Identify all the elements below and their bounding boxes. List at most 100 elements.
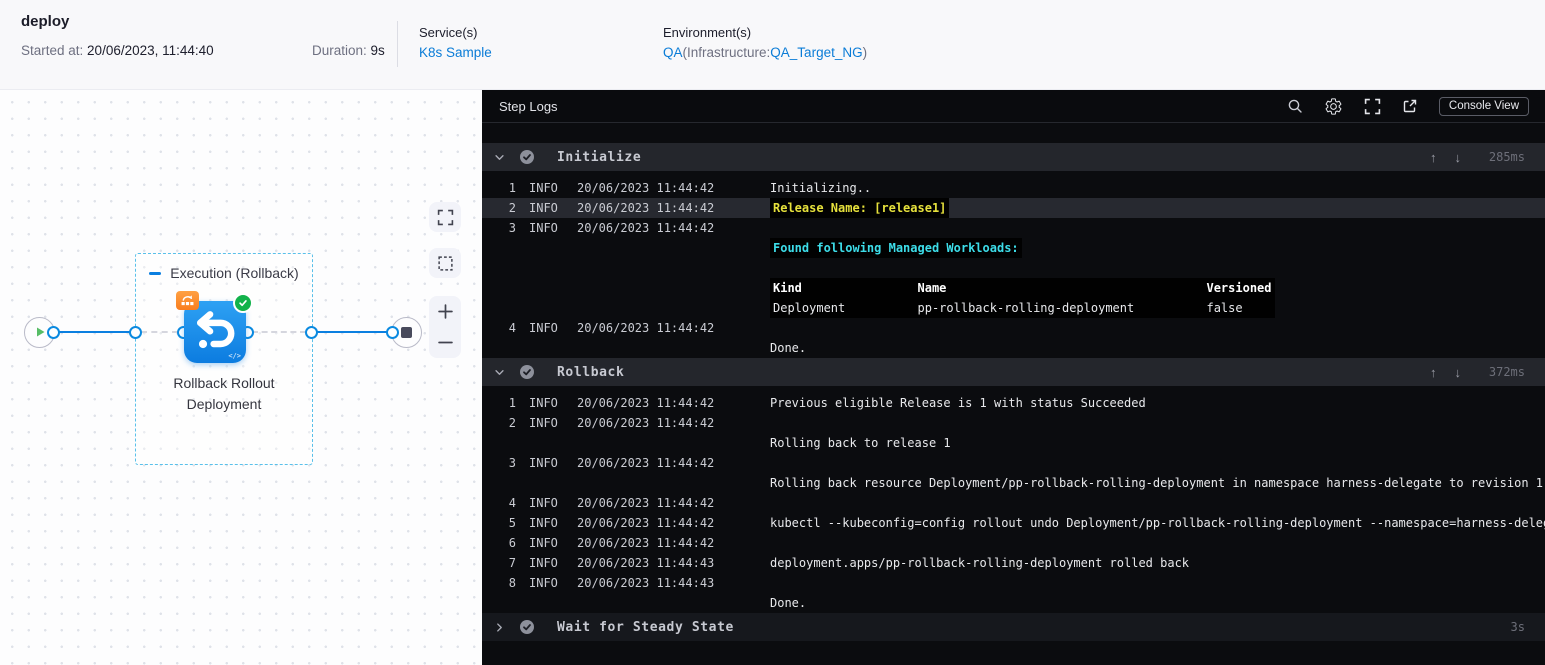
scroll-to-top-icon[interactable]: ↑: [1430, 365, 1437, 380]
line-number: 8: [508, 576, 516, 590]
line-number: 4: [508, 321, 516, 335]
log-line[interactable]: 2 INFO 20/06/2023 11:44:42 Release Name: [r…: [482, 198, 1545, 218]
line-number: 3: [508, 456, 516, 470]
log-timestamp: [577, 433, 757, 453]
line-number: 4: [508, 496, 516, 510]
log-line[interactable]: Done.: [482, 593, 1545, 613]
line-number: 1: [508, 181, 516, 195]
line-number: [494, 278, 516, 298]
log-timestamp: 20/06/2023 11:44:43: [577, 556, 715, 570]
log-fullscreen-button[interactable]: [1364, 98, 1381, 115]
log-level: INFO: [529, 496, 558, 510]
line-number: 5: [508, 516, 516, 530]
log-line[interactable]: 8 INFO 20/06/2023 11:44:43: [482, 573, 1545, 593]
scroll-to-top-icon[interactable]: ↑: [1430, 150, 1437, 165]
log-message: Found following Managed Workloads:: [770, 238, 1022, 258]
zoom-controls: [429, 296, 461, 358]
log-line[interactable]: Deployment pp-rollback-rolling-deploymen…: [482, 298, 1545, 318]
fullscreen-icon: [437, 209, 453, 225]
line-number: [494, 258, 516, 278]
canvas-select-button[interactable]: [429, 248, 461, 278]
log-line[interactable]: 7 INFO 20/06/2023 11:44:43 deployment.apps/…: [482, 553, 1545, 573]
log-line[interactable]: 6 INFO 20/06/2023 11:44:42: [482, 533, 1545, 553]
chevron-down-icon: [495, 154, 504, 160]
section-duration: 372ms: [1488, 365, 1525, 379]
zoom-in-button[interactable]: [429, 296, 461, 327]
chevron-right-icon: [497, 622, 502, 632]
step-label[interactable]: Rollback Rollout Deployment: [125, 373, 323, 415]
header-divider: [397, 21, 398, 67]
log-level: INFO: [529, 181, 558, 195]
section-duration: 3s: [1510, 620, 1525, 634]
log-timestamp: [577, 298, 757, 318]
log-timestamp: 20/06/2023 11:44:42: [577, 396, 715, 410]
log-message: Rolling back resource Deployment/pp-roll…: [770, 476, 1544, 490]
open-in-new-button[interactable]: [1402, 98, 1418, 114]
line-number: 6: [508, 536, 516, 550]
log-timestamp: 20/06/2023 11:44:42: [577, 416, 715, 430]
log-line[interactable]: [482, 258, 1545, 278]
log-level: INFO: [529, 201, 558, 215]
log-line[interactable]: Rolling back resource Deployment/pp-roll…: [482, 473, 1545, 493]
log-level: INFO: [529, 556, 558, 570]
log-line[interactable]: Rolling back to release 1: [482, 433, 1545, 453]
log-timestamp: [577, 278, 757, 298]
log-level: [529, 258, 577, 278]
pipeline-canvas[interactable]: Execution (Rollback) </> Rollback Rollou…: [0, 90, 482, 665]
log-line[interactable]: 3 INFO 20/06/2023 11:44:42: [482, 218, 1545, 238]
log-line[interactable]: 5 INFO 20/06/2023 11:44:42 kubectl --kubeco…: [482, 513, 1545, 533]
log-message: Done.: [770, 596, 807, 610]
port: [385, 325, 399, 339]
log-message: Done.: [770, 341, 807, 355]
scroll-to-bottom-icon[interactable]: ↓: [1455, 150, 1462, 165]
environment-link[interactable]: QA(Infrastructure:QA_Target_NG): [663, 45, 867, 60]
console-view-button[interactable]: Console View: [1438, 96, 1529, 116]
log-settings-button[interactable]: [1324, 97, 1343, 116]
log-line[interactable]: 4 INFO 20/06/2023 11:44:42: [482, 493, 1545, 513]
log-timestamp: [577, 258, 757, 278]
search-button[interactable]: [1287, 98, 1303, 114]
section-title: Initialize: [557, 149, 642, 165]
rollback-step-node[interactable]: </>: [176, 291, 253, 363]
log-message: deployment.apps/pp-rollback-rolling-depl…: [770, 556, 1190, 570]
log-level: INFO: [529, 576, 558, 590]
zoom-out-button[interactable]: [429, 327, 461, 358]
collapse-dash-icon[interactable]: [149, 271, 162, 275]
log-line[interactable]: Done.: [482, 338, 1545, 358]
log-message: kubectl --kubeconfig=config rollout undo…: [770, 516, 1545, 530]
log-line[interactable]: 1 INFO 20/06/2023 11:44:42 Previous eligibl…: [482, 393, 1545, 413]
log-level: [529, 278, 577, 298]
log-sections: Initialize ↑ ↓ 285ms 1 INFO 20/06/2023 11:44:4…: [482, 143, 1545, 641]
minus-icon: [437, 341, 453, 344]
log-timestamp: [577, 338, 757, 358]
log-line[interactable]: Kind Name Versioned: [482, 278, 1545, 298]
log-level: [529, 338, 577, 358]
section-header-rollback[interactable]: Rollback ↑ ↓ 372ms: [482, 358, 1545, 386]
marquee-select-icon: [437, 255, 453, 271]
log-level: [529, 298, 577, 318]
port: [304, 325, 318, 339]
log-message: Deployment pp-rollback-rolling-deploymen…: [770, 298, 1275, 318]
section-header-wait-for-steady-state[interactable]: Wait for Steady State 3s: [482, 613, 1545, 641]
log-line[interactable]: 1 INFO 20/06/2023 11:44:42 Initializing..: [482, 178, 1545, 198]
service-link[interactable]: K8s Sample: [419, 45, 492, 60]
log-line[interactable]: 2 INFO 20/06/2023 11:44:42: [482, 413, 1545, 433]
execution-group-label: Execution (Rollback): [136, 265, 312, 281]
section-rows-initialize: 1 INFO 20/06/2023 11:44:42 Initializing.. 2 I…: [482, 171, 1545, 358]
log-message: Previous eligible Release is 1 with stat…: [770, 396, 1146, 410]
section-rows-rollback: 1 INFO 20/06/2023 11:44:42 Previous eligibl…: [482, 386, 1545, 613]
plus-icon: [437, 304, 453, 319]
stop-icon: [401, 326, 412, 338]
log-line[interactable]: 4 INFO 20/06/2023 11:44:42: [482, 318, 1545, 338]
log-line[interactable]: Found following Managed Workloads:: [482, 238, 1545, 258]
scroll-to-bottom-icon[interactable]: ↓: [1455, 365, 1462, 380]
play-icon: [36, 327, 44, 337]
line-number: 3: [508, 221, 516, 235]
log-line[interactable]: 3 INFO 20/06/2023 11:44:42: [482, 453, 1545, 473]
log-level: [529, 593, 577, 613]
line-number: [494, 338, 516, 358]
section-header-initialize[interactable]: Initialize ↑ ↓ 285ms: [482, 143, 1545, 171]
log-timestamp: 20/06/2023 11:44:42: [577, 181, 715, 195]
canvas-fullscreen-button[interactable]: [429, 202, 461, 232]
log-message: Release Name: [release1]: [770, 198, 950, 218]
